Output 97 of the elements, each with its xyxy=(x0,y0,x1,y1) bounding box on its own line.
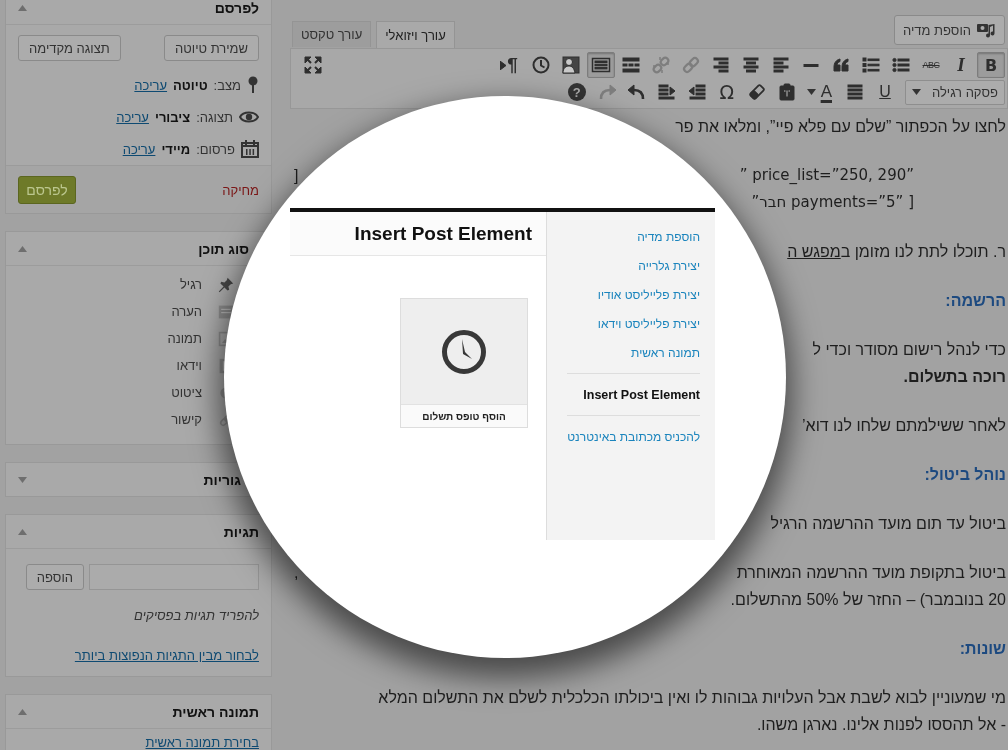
modal-title: Insert Post Element xyxy=(354,222,532,245)
modal-menu-item[interactable]: הוספת מדיה xyxy=(637,229,700,244)
paragraph-text: כדי לנהל רישום מסודר וכדי ל xyxy=(812,340,1006,360)
popular-tags-link[interactable]: לבחור מבין התגיות הנפוצות ביותר xyxy=(74,648,259,663)
shortcode-text: ” price_list=”250, 290” xyxy=(739,165,914,186)
paragraph-text: - אל תהססו לפנות אלינו. נארגן משהו. xyxy=(756,715,1006,735)
align-center-icon xyxy=(741,55,761,75)
fullscreen-icon xyxy=(303,55,323,75)
text-fragment: , xyxy=(294,563,299,583)
editor-tab[interactable]: עורך טקסט xyxy=(292,21,372,47)
paragraph-text: ר. תוכלו לתת לנו מזומן במפגש ה xyxy=(787,242,1006,262)
indent-icon xyxy=(656,82,677,102)
align-right-icon xyxy=(711,55,731,75)
meta-value: ציבורי xyxy=(154,109,191,125)
paragraph-text: לחצו על הכפתור ”שלם עם פלא פיי”, ומלאו את פר xyxy=(675,117,1006,137)
format-option[interactable]: וידאו xyxy=(176,358,202,373)
format-option[interactable]: קישור xyxy=(171,412,202,427)
calendar-icon xyxy=(241,140,259,158)
format-select[interactable]: פסקה רגילה xyxy=(905,79,1005,105)
format-option[interactable]: תמונה xyxy=(167,331,202,346)
section-heading: נוהל ביטול: xyxy=(924,465,1006,485)
panel-title: לפרסם xyxy=(214,0,259,16)
read-more-icon xyxy=(621,55,641,75)
bold-button[interactable]: B xyxy=(977,52,1005,78)
hint-text: להפריד תגיות בפסיקים xyxy=(133,608,259,623)
paragraph-text: 20 בנובמבר) – החזר של 50% מהתשלום. xyxy=(730,590,1006,610)
italic-button[interactable]: I xyxy=(947,52,975,78)
section-heading: שונות: xyxy=(959,639,1006,659)
panel-title: תגיות xyxy=(223,523,259,540)
panel-title: גוריות xyxy=(203,471,241,488)
paragraph-text: מי שמעוניין לבוא לשבת אבל העלויות גבוהות לו ואין ביכולתו הכלכלית לשלם את התשלום המלא xyxy=(378,688,1006,708)
modal-menu-item[interactable]: להכניס מכתובת באינטרנט xyxy=(567,429,700,444)
edit-link[interactable]: עריכה xyxy=(122,141,156,157)
clock-icon xyxy=(441,328,487,375)
add-tag-button[interactable]: הוספה xyxy=(25,564,84,590)
align-left-icon xyxy=(771,55,791,75)
quote-icon xyxy=(831,55,851,75)
set-featured-image-link[interactable]: בחירת תמונה ראשית xyxy=(145,735,259,750)
caret-down-icon xyxy=(912,89,921,95)
clipboard-icon xyxy=(776,82,797,102)
numbered-list-icon xyxy=(861,55,881,75)
undo-icon xyxy=(626,82,647,102)
tag-input-field[interactable] xyxy=(89,564,259,590)
modal-menu-item[interactable]: יצירת פלייליסט אודיו xyxy=(597,287,700,302)
eye-icon xyxy=(239,110,259,124)
pin-icon xyxy=(247,76,259,94)
profile-icon xyxy=(561,55,581,75)
toolbar-toggle-button[interactable] xyxy=(587,52,615,78)
modal-menu-item[interactable]: Insert Post Element xyxy=(583,387,700,402)
element-card[interactable]: הוסף טופס תשלום xyxy=(400,298,528,428)
modal-menu-item[interactable]: תמונה ראשית xyxy=(631,345,700,360)
horizontal-line-icon xyxy=(803,63,819,67)
paragraph-text: לאחר ששילמתם שלחו לנו דוא’ xyxy=(802,416,1006,436)
document-icon xyxy=(218,303,234,320)
format-option[interactable]: ציטוט xyxy=(171,385,202,400)
underline-button[interactable]: U xyxy=(871,79,899,105)
paragraph-text: ביטול בתקופת מועד ההרשמה המאוחרת xyxy=(736,563,1006,583)
triangle-icon xyxy=(500,60,507,70)
right-to-left-button[interactable]: ¶ xyxy=(493,52,525,78)
eraser-icon xyxy=(746,82,767,102)
meta-label: מצב: xyxy=(213,77,241,93)
format-option[interactable]: הערה xyxy=(171,304,202,319)
caret-down-icon[interactable] xyxy=(806,89,816,95)
format-option[interactable]: רגיל xyxy=(179,277,202,292)
text-color-button[interactable]: A xyxy=(817,79,835,105)
shortcode-text: ”חבר payments=”5” ] xyxy=(751,192,914,213)
preview-button[interactable]: תצוגה מקדימה xyxy=(18,35,121,61)
text-fragment: [ xyxy=(294,166,299,186)
add-media-button[interactable]: הוספת מדיה xyxy=(893,15,1005,45)
toolbar-icon xyxy=(591,55,611,75)
link-icon xyxy=(681,55,701,75)
panel-title: תמונה ראשית xyxy=(172,703,259,720)
save-draft-button[interactable]: שמירת טיוטה xyxy=(164,35,259,61)
media-icon xyxy=(976,21,996,39)
strikethrough-button[interactable]: ABC xyxy=(917,52,945,78)
clock-icon xyxy=(531,55,551,75)
edit-link[interactable]: עריכה xyxy=(134,77,168,93)
edit-link[interactable]: עריכה xyxy=(116,109,149,125)
editor-tab[interactable]: עורך ויזואלי xyxy=(376,21,455,48)
card-caption: הוסף טופס תשלום xyxy=(401,404,527,427)
paragraph-text: רוכה בתשלום. xyxy=(903,367,1006,387)
inline-link[interactable]: מפגש ה xyxy=(787,243,841,260)
justify-icon xyxy=(845,82,865,102)
meta-label: פרסום: xyxy=(196,141,235,157)
panel-title: סוג תוכן xyxy=(198,240,249,257)
help-button[interactable]: ? xyxy=(567,83,586,101)
meta-value: מיידי xyxy=(161,141,191,157)
paragraph-text: ביטול עד תום מועד ההרשמה הרגיל xyxy=(770,514,1006,534)
modal-menu-item[interactable]: יצירת פלייליסט וידאו xyxy=(597,316,700,331)
bullet-list-icon xyxy=(891,55,911,75)
meta-value: טיוטה xyxy=(173,77,208,93)
pushpin-icon xyxy=(218,276,234,293)
broken-link-icon xyxy=(651,55,671,75)
modal-menu-item[interactable]: יצירת גלרייה xyxy=(638,258,700,273)
outdent-icon xyxy=(686,82,707,102)
meta-label: תצוגה: xyxy=(196,109,233,125)
section-heading: הרשמה: xyxy=(945,291,1006,311)
